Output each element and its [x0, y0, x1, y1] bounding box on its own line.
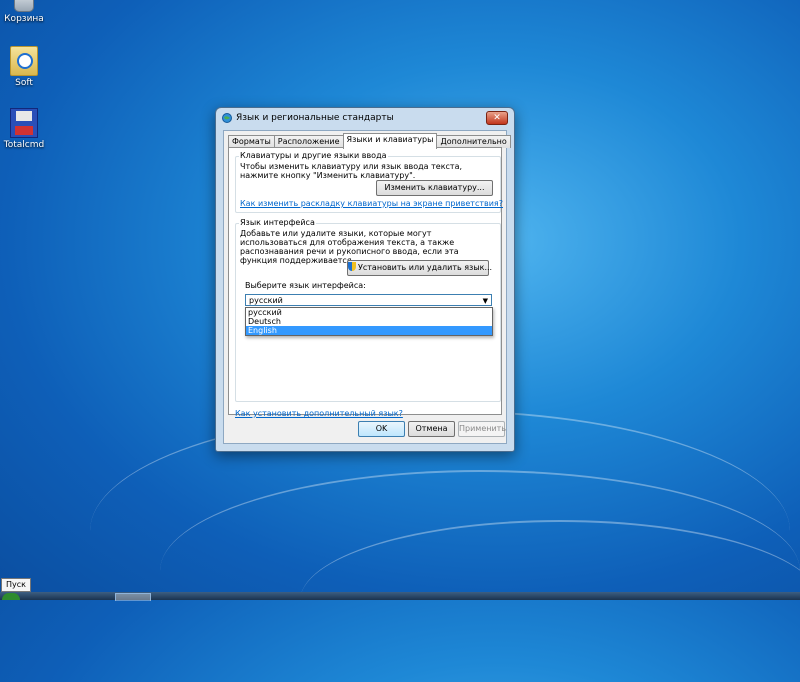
tab-strip: Форматы Расположение Языки и клавиатуры … [228, 133, 511, 149]
desktop-icon-soft[interactable]: Soft [0, 46, 48, 88]
desktop-icon-label: Корзина [4, 14, 44, 24]
dropdown-option-deutsch[interactable]: Deutsch [246, 317, 492, 326]
dialog-client-area: Форматы Расположение Языки и клавиатуры … [223, 130, 511, 444]
desktop-icon-label: Soft [15, 78, 33, 88]
start-tooltip: Пуск [1, 578, 31, 592]
recycle-bin-icon [14, 0, 34, 12]
install-button-label: Установить или удалить язык... [358, 263, 493, 272]
keyboards-group-title: Клавиатуры и другие языки ввода [239, 151, 388, 160]
ok-button[interactable]: OK [358, 421, 405, 437]
change-keyboard-button[interactable]: Изменить клавиатуру... [376, 180, 493, 196]
close-button[interactable]: ✕ [486, 111, 508, 125]
uac-shield-icon [348, 262, 356, 271]
keyboards-group: Клавиатуры и другие языки ввода Чтобы из… [235, 151, 503, 213]
desktop-icon-label: Totalcmd [3, 140, 45, 150]
display-language-dropdown-list: русский Deutsch English [245, 307, 493, 336]
install-additional-language-link[interactable]: Как установить дополнительный язык? [235, 409, 403, 418]
folder-icon [10, 46, 38, 76]
tab-languages-keyboards[interactable]: Языки и клавиатуры [342, 133, 438, 149]
display-language-group-title: Язык интерфейса [239, 218, 316, 227]
apply-button[interactable]: Применить [458, 421, 506, 437]
display-language-combobox[interactable]: русский ▼ [245, 294, 492, 306]
wallpaper-streak [160, 470, 800, 672]
totalcmd-icon [10, 108, 38, 138]
wallpaper-streak [300, 520, 800, 682]
region-language-dialog: Язык и региональные стандарты ✕ Форматы … [215, 107, 515, 452]
install-uninstall-language-button[interactable]: Установить или удалить язык... [347, 260, 493, 276]
title-bar[interactable]: Язык и региональные стандарты ✕ [216, 108, 514, 128]
display-language-group: Язык интерфейса Добавьте или удалите язы… [235, 218, 501, 402]
globe-icon [222, 113, 232, 123]
desktop-icon-totalcmd[interactable]: Totalcmd [0, 108, 48, 150]
window-title: Язык и региональные стандарты [236, 113, 394, 123]
chevron-down-icon: ▼ [482, 297, 488, 305]
cancel-button[interactable]: Отмена [408, 421, 455, 437]
keyboards-description: Чтобы изменить клавиатуру или язык ввода… [240, 162, 463, 180]
tab-panel: Клавиатуры и другие языки ввода Чтобы из… [228, 147, 503, 418]
combobox-selected-value: русский [249, 296, 283, 305]
start-button[interactable] [2, 593, 20, 600]
choose-language-label: Выберите язык интерфейса: [245, 281, 366, 290]
dropdown-option-russian[interactable]: русский [246, 308, 492, 317]
desktop-icon-recycle-bin[interactable]: Корзина [0, 0, 48, 24]
welcome-screen-layout-link[interactable]: Как изменить раскладку клавиатуры на экр… [240, 199, 503, 208]
dropdown-option-english[interactable]: English [246, 326, 492, 335]
